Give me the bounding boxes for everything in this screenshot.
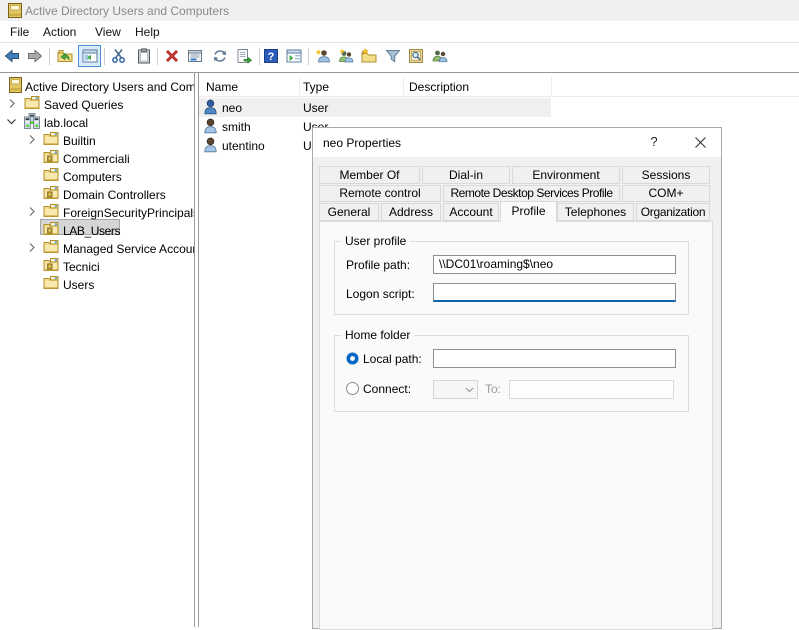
svg-text:?: ?	[268, 51, 275, 63]
